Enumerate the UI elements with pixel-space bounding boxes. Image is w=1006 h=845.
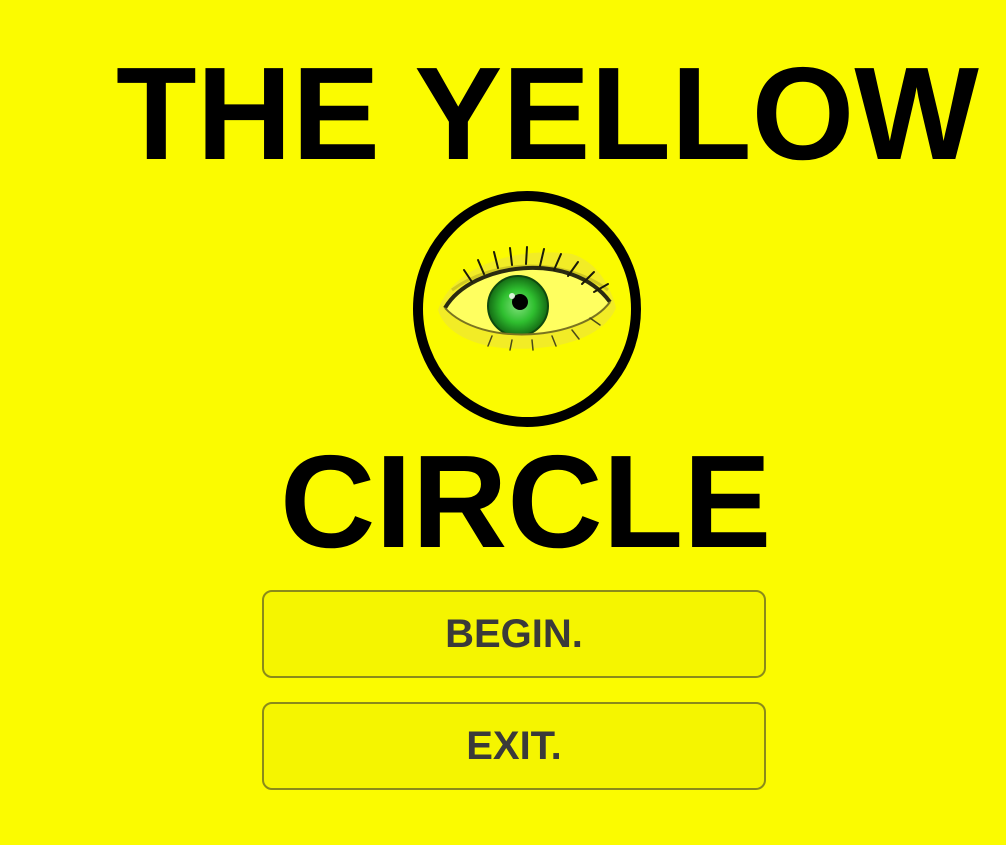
eye-in-circle-icon — [413, 191, 641, 427]
title-line-2: CIRCLE — [280, 428, 772, 575]
title-line-1: THE YELLOW — [116, 40, 979, 187]
exit-button[interactable]: EXIT. — [262, 702, 766, 790]
begin-button[interactable]: BEGIN. — [262, 590, 766, 678]
